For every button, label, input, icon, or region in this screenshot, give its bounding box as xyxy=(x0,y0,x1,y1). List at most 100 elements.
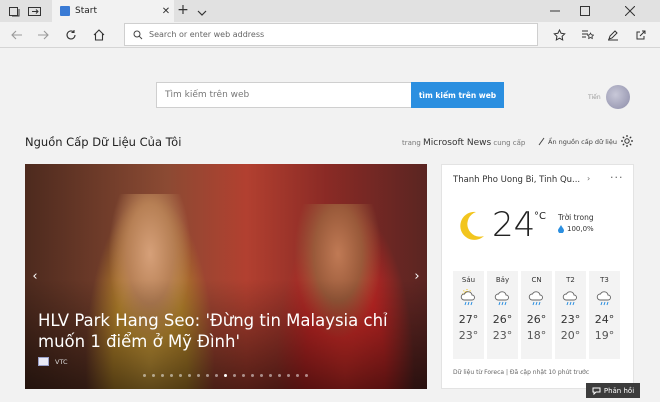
slide-indicators[interactable] xyxy=(143,374,308,377)
slide-dot[interactable] xyxy=(170,374,173,377)
forecast-low: 18° xyxy=(526,329,547,342)
tab-preview-icon[interactable] xyxy=(26,2,44,20)
provider-suffix: cung cấp xyxy=(493,139,526,147)
forecast-high: 24° xyxy=(594,313,615,326)
forecast-day[interactable]: CN 26° 18° xyxy=(521,271,552,359)
favorites-hub-icon[interactable] xyxy=(578,26,596,44)
weather-location: Thanh Pho Uong Bi, Tinh Qu... xyxy=(453,175,581,185)
hero-news-card[interactable]: ‹ › HLV Park Hang Seo: 'Đừng tin Malaysi… xyxy=(25,164,427,389)
previous-slide-icon[interactable]: ‹ xyxy=(28,268,42,284)
gear-icon[interactable] xyxy=(620,134,634,148)
hero-headline[interactable]: HLV Park Hang Seo: 'Đừng tin Malaysia ch… xyxy=(38,310,413,352)
search-icon xyxy=(133,30,143,39)
feed-provider: trang Microsoft News cung cấp xyxy=(402,138,525,148)
forecast-day[interactable]: Bảy 26° 23° xyxy=(487,271,518,359)
minimize-button[interactable] xyxy=(540,0,570,22)
current-temperature: 24 xyxy=(492,205,536,245)
share-icon[interactable] xyxy=(632,26,650,44)
slide-dot[interactable] xyxy=(269,374,272,377)
close-window-button[interactable] xyxy=(600,0,660,22)
slide-dot[interactable] xyxy=(251,374,254,377)
user-name: Tiến xyxy=(588,93,601,101)
close-tab-icon[interactable]: ✕ xyxy=(158,6,174,17)
slide-dot[interactable] xyxy=(152,374,155,377)
chevron-down-icon[interactable] xyxy=(196,4,208,16)
slide-dot[interactable] xyxy=(161,374,164,377)
forecast-low: 23° xyxy=(492,329,513,342)
rain-cloud-icon xyxy=(561,289,581,307)
slide-dot[interactable] xyxy=(296,374,299,377)
feedback-icon xyxy=(592,387,601,395)
source-logo-icon xyxy=(38,357,49,366)
feedback-label: Phản hồi xyxy=(603,386,635,395)
forecast-day-name: T3 xyxy=(600,276,609,284)
home-button[interactable] xyxy=(90,26,108,44)
slide-dot[interactable] xyxy=(215,374,218,377)
tab-start[interactable]: Start ✕ xyxy=(52,0,174,22)
slide-dot[interactable] xyxy=(305,374,308,377)
feed-title: Nguồn Cấp Dữ Liệu Của Tôi xyxy=(25,135,182,149)
slide-dot[interactable] xyxy=(197,374,200,377)
slide-dot[interactable] xyxy=(179,374,182,377)
partly-sunny-rain-icon xyxy=(459,289,479,307)
back-button[interactable] xyxy=(8,26,26,44)
hero-source: VTC xyxy=(38,357,68,366)
forecast-high: 27° xyxy=(458,313,479,326)
forecast-strip: Sáu 27° 23° Bảy 26° 23° CN 26° 18° T2 23° 20° T3 24° 1… xyxy=(453,271,620,359)
chevron-right-icon[interactable]: › xyxy=(587,174,590,183)
new-tab-button[interactable]: + xyxy=(176,3,190,17)
slide-dot[interactable] xyxy=(278,374,281,377)
forecast-day-name: T2 xyxy=(566,276,575,284)
weather-card[interactable]: Thanh Pho Uong Bi, Tinh Qu... › ··· 24 °… xyxy=(441,164,634,389)
forecast-day-name: CN xyxy=(531,276,542,284)
weather-footer: Dữ liệu từ Foreca | Đã cập nhật 10 phút … xyxy=(453,369,590,376)
forecast-high: 26° xyxy=(526,313,547,326)
slide-dot[interactable] xyxy=(143,374,146,377)
address-bar[interactable]: Search or enter web address xyxy=(124,23,538,46)
forecast-day[interactable]: T2 23° 20° xyxy=(555,271,586,359)
rain-chance: 100,0% xyxy=(558,225,594,233)
forward-button[interactable] xyxy=(34,26,52,44)
more-options-icon[interactable]: ··· xyxy=(610,171,624,184)
rain-chance-value: 100,0% xyxy=(567,225,594,233)
slide-dot[interactable] xyxy=(242,374,245,377)
slide-dot[interactable] xyxy=(206,374,209,377)
refresh-button[interactable] xyxy=(62,26,80,44)
slide-dot[interactable] xyxy=(260,374,263,377)
forecast-low: 19° xyxy=(594,329,615,342)
forecast-low: 23° xyxy=(458,329,479,342)
hide-feed-link[interactable]: Ẩn nguồn cấp dữ liệu xyxy=(538,137,617,146)
next-slide-icon[interactable]: › xyxy=(410,268,424,284)
forecast-day-name: Bảy xyxy=(495,276,510,284)
tab-bar: Start ✕ + xyxy=(0,0,660,22)
hide-feed-icon xyxy=(538,137,545,146)
set-aside-tabs-icon[interactable] xyxy=(6,2,24,20)
rain-cloud-icon xyxy=(493,289,513,307)
slide-dot[interactable] xyxy=(188,374,191,377)
pen-icon[interactable] xyxy=(604,26,622,44)
forecast-low: 20° xyxy=(560,329,581,342)
hide-feed-label: Ẩn nguồn cấp dữ liệu xyxy=(548,137,617,146)
slide-dot[interactable] xyxy=(287,374,290,377)
forecast-high: 23° xyxy=(560,313,581,326)
forecast-day[interactable]: T3 24° 19° xyxy=(589,271,620,359)
user-profile[interactable]: Tiến xyxy=(588,85,630,109)
slide-dot[interactable] xyxy=(233,374,236,377)
rain-cloud-icon xyxy=(595,289,615,307)
reading-view-icon[interactable] xyxy=(550,26,568,44)
web-search-button[interactable]: tìm kiếm trên web xyxy=(411,82,504,108)
feedback-button[interactable]: Phản hồi xyxy=(586,383,640,398)
provider-prefix: trang xyxy=(402,139,421,147)
forecast-day[interactable]: Sáu 27° 23° xyxy=(453,271,484,359)
start-page: Tìm kiếm trên web tìm kiếm trên web Tiến… xyxy=(0,49,660,402)
slide-dot[interactable] xyxy=(224,374,227,377)
avatar xyxy=(605,85,630,109)
provider-name: Microsoft News xyxy=(423,138,492,148)
forecast-day-name: Sáu xyxy=(461,276,476,284)
weather-condition: Trời trong xyxy=(558,213,594,222)
raindrop-icon xyxy=(558,225,564,233)
address-placeholder: Search or enter web address xyxy=(149,30,265,39)
forecast-high: 26° xyxy=(492,313,513,326)
maximize-button[interactable] xyxy=(570,0,600,22)
source-label: VTC xyxy=(55,357,68,366)
